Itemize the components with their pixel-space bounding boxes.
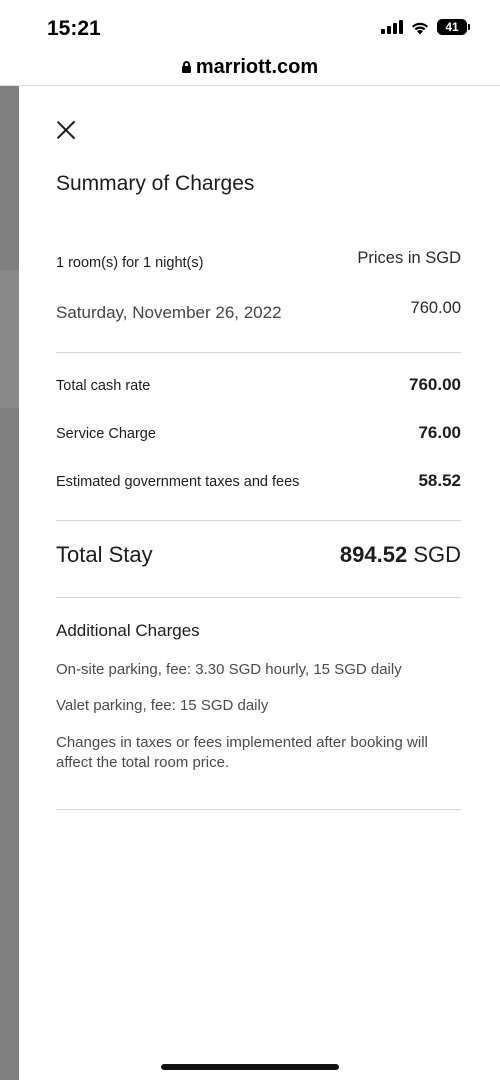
additional-charges-title: Additional Charges: [56, 621, 200, 640]
line-item-value: 58.52: [418, 471, 461, 490]
nightly-rate-row: Saturday, November 26, 2022 760.00: [56, 298, 461, 322]
battery-level: 41: [437, 19, 467, 35]
additional-note: Changes in taxes or fees implemented aft…: [56, 734, 428, 771]
signal-icon: [381, 20, 403, 34]
additional-note: Valet parking, fee: 15 SGD daily: [56, 697, 269, 714]
page-title: Summary of Charges: [56, 172, 255, 195]
divider: [56, 809, 461, 810]
night-amount: 760.00: [410, 299, 461, 317]
home-indicator[interactable]: [161, 1064, 339, 1070]
background-overlay-highlight: [0, 270, 19, 408]
line-item-row: Service Charge 76.00: [56, 423, 461, 443]
total-currency: SGD: [413, 542, 461, 567]
lock-icon: [181, 60, 191, 73]
additional-note: On-site parking, fee: 3.30 SGD hourly, 1…: [56, 661, 402, 678]
divider: [56, 597, 461, 598]
total-stay-label: Total Stay: [56, 542, 153, 567]
line-item-value: 760.00: [409, 375, 461, 394]
line-item-row: Total cash rate 760.00: [56, 375, 461, 395]
line-item-value: 76.00: [418, 423, 461, 442]
battery-icon: 41: [437, 19, 470, 35]
currency-note: Prices in SGD: [357, 249, 461, 267]
url-bar[interactable]: marriott.com: [0, 50, 500, 86]
total-stay-row: Total Stay 894.52 SGD: [56, 542, 461, 568]
divider: [56, 520, 461, 521]
total-amount: 894.52: [339, 542, 408, 567]
status-bar: 15:21 41: [0, 0, 500, 50]
line-item-row: Estimated government taxes and fees 58.5…: [56, 471, 461, 491]
night-date: Saturday, November 26, 2022: [56, 303, 282, 322]
url-text[interactable]: marriott.com: [196, 56, 318, 79]
line-item-label: Estimated government taxes and fees: [56, 474, 300, 490]
rooms-nights-label: 1 room(s) for 1 night(s): [56, 255, 204, 271]
line-item-label: Total cash rate: [56, 378, 151, 394]
wifi-icon: [412, 22, 428, 34]
total-stay-value: 894.52 SGD: [340, 542, 461, 568]
background-overlay[interactable]: [0, 86, 19, 1080]
status-icons: 41: [381, 19, 470, 35]
summary-panel: [19, 86, 500, 1080]
close-icon[interactable]: [56, 120, 76, 140]
status-time: 15:21: [47, 17, 101, 40]
stay-info-row: 1 room(s) for 1 night(s) Prices in SGD: [56, 249, 461, 271]
divider: [56, 352, 461, 353]
line-item-label: Service Charge: [56, 426, 156, 442]
